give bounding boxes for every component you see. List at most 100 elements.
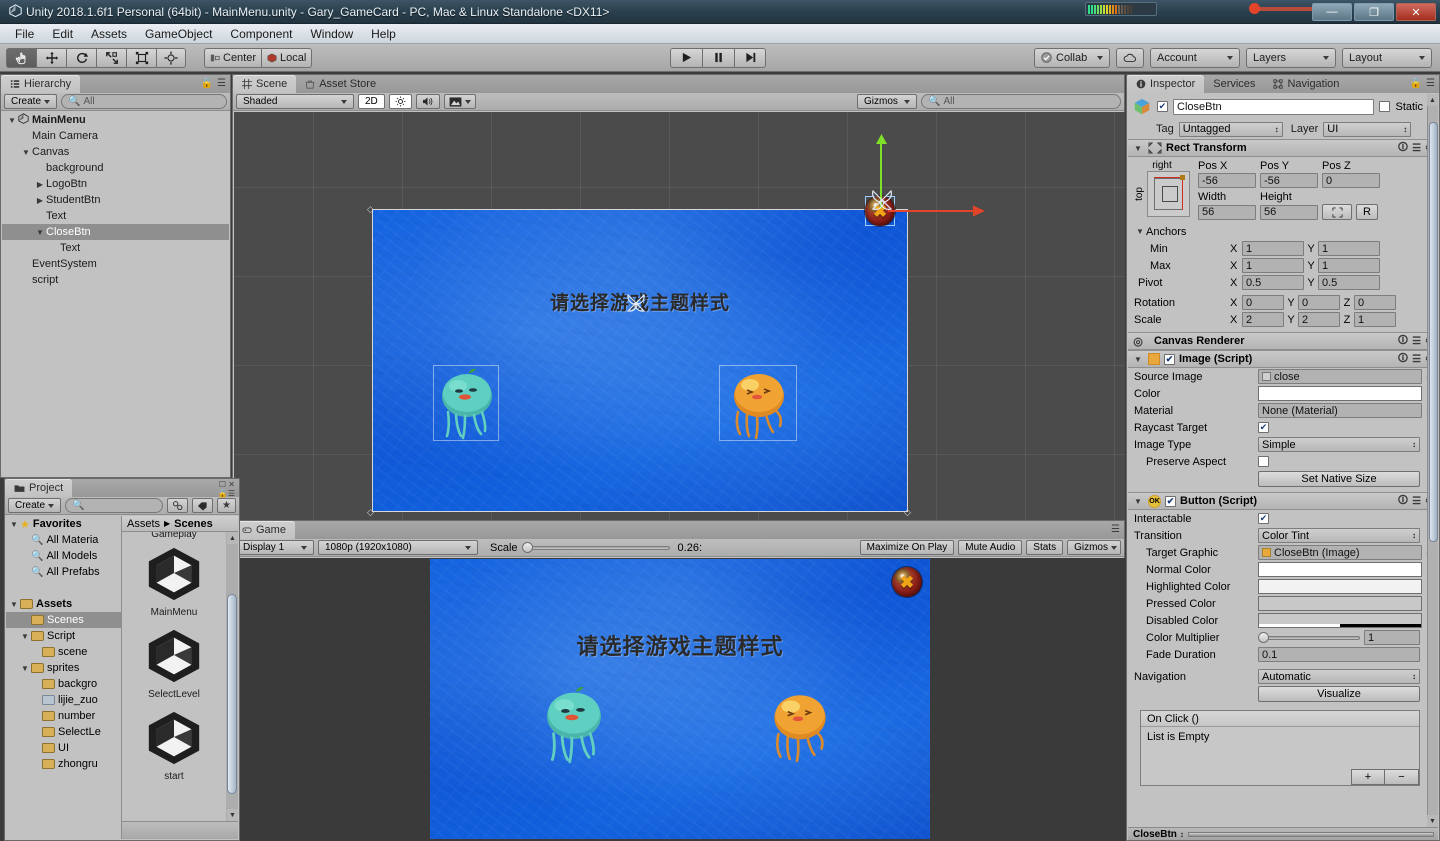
project-favorites-button[interactable]: ★ xyxy=(217,498,236,513)
blueprint-mode-button[interactable] xyxy=(1322,204,1352,220)
hierarchy-item-script[interactable]: ▼script xyxy=(2,272,229,288)
image-script-header[interactable]: ▼ ✔ Image (Script) 🛈 ☰ ⚙ xyxy=(1128,350,1438,368)
scene-gizmos-button[interactable]: Gizmos xyxy=(857,94,917,109)
scene-2d-toggle[interactable]: 2D xyxy=(358,94,385,109)
game-jelly-left[interactable] xyxy=(538,684,610,769)
scrollbar-thumb[interactable] xyxy=(227,594,237,794)
scene-jelly-right-slot[interactable] xyxy=(719,365,797,441)
object-name-input[interactable]: CloseBtn xyxy=(1173,98,1375,115)
project-window-buttons[interactable]: ☐ ✕ xyxy=(219,480,235,489)
menu-edit[interactable]: Edit xyxy=(43,25,82,43)
menu-icon[interactable]: ☰ xyxy=(1111,524,1120,535)
scene-canvas-rect[interactable]: 请选择游戏主题样式 xyxy=(372,196,908,512)
tab-services[interactable]: Services xyxy=(1204,75,1264,93)
object-enabled-checkbox[interactable]: ✔ xyxy=(1157,101,1168,112)
foldout-arrow-icon[interactable]: ▼ xyxy=(1134,227,1146,236)
menu-component[interactable]: Component xyxy=(221,25,301,43)
project-lock-menu[interactable]: 🔒☰ xyxy=(218,489,235,498)
chevron-down-icon[interactable]: ▼ xyxy=(8,600,20,609)
game-close-button[interactable]: ✖ xyxy=(892,567,922,597)
project-tree-item-favorites[interactable]: ▼ ★ Favorites xyxy=(6,516,121,532)
gizmo-x-axis[interactable] xyxy=(888,210,974,212)
menu-assets[interactable]: Assets xyxy=(82,25,136,43)
scene-viewport[interactable]: 请选择游戏主题样式 ✖ ◇ ◇ ◇ xyxy=(234,112,1125,520)
game-viewport[interactable]: 请选择游戏主题样式 ✖ xyxy=(234,558,1125,841)
scene-handle-tl[interactable]: ◇ xyxy=(367,204,374,215)
lock-icon[interactable]: 🔒 xyxy=(1410,78,1422,89)
rect-tool-button[interactable] xyxy=(126,47,156,68)
game-stats-toggle[interactable]: Stats xyxy=(1026,540,1064,555)
project-tree-item-scenes[interactable]: ▼Scenes xyxy=(6,612,121,628)
project-tree-item-sprites[interactable]: ▼ sprites xyxy=(6,660,121,676)
project-tree-item-zhongru[interactable]: ▼zhongru xyxy=(6,756,121,772)
disabled-color-swatch[interactable] xyxy=(1258,613,1422,628)
pivot-x-input[interactable]: 0.5 xyxy=(1242,275,1304,290)
tab-navigation[interactable]: Navigation xyxy=(1264,75,1348,93)
project-tree-item-number[interactable]: ▼number xyxy=(6,708,121,724)
game-resolution-dropdown[interactable]: 1080p (1920x1080) xyxy=(318,540,478,555)
image-enabled-checkbox[interactable]: ✔ xyxy=(1164,353,1175,365)
chevron-right-icon[interactable]: ▶ xyxy=(34,180,46,189)
project-filter-type-button[interactable] xyxy=(167,498,189,513)
anchor-min-x-input[interactable]: 1 xyxy=(1242,241,1304,256)
onclick-add-button[interactable]: + xyxy=(1351,769,1385,785)
scroll-down-arrow[interactable]: ▼ xyxy=(227,809,238,821)
play-button[interactable] xyxy=(670,47,702,68)
target-graphic-field[interactable]: CloseBtn (Image) xyxy=(1258,545,1422,560)
posx-input[interactable]: -56 xyxy=(1198,173,1256,188)
game-display-dropdown[interactable]: Display 1 xyxy=(236,540,314,555)
hierarchy-item-mainmenu[interactable]: ▼ MainMenu xyxy=(2,112,229,128)
breadcrumb-assets[interactable]: Assets xyxy=(127,518,160,530)
foldout-arrow-icon[interactable]: ▼ xyxy=(1132,144,1144,153)
account-button[interactable]: Account xyxy=(1150,47,1240,68)
project-asset-item[interactable]: start xyxy=(122,704,226,786)
chevron-down-icon[interactable]: ▼ xyxy=(6,116,18,125)
fade-duration-input[interactable]: 0.1 xyxy=(1258,647,1420,662)
hierarchy-item-main-camera[interactable]: ▼Main Camera xyxy=(2,128,229,144)
project-asset-item[interactable]: MainMenu xyxy=(122,540,226,622)
chevron-down-icon[interactable]: ▼ xyxy=(34,228,46,237)
tab-game[interactable]: Game xyxy=(233,521,295,539)
image-type-dropdown[interactable]: Simple ↕ xyxy=(1258,437,1420,452)
scene-rotate-handle-icon[interactable] xyxy=(868,186,896,217)
rotate-tool-button[interactable] xyxy=(66,47,96,68)
height-input[interactable]: 56 xyxy=(1260,204,1318,220)
pressed-color-swatch[interactable] xyxy=(1258,596,1422,611)
help-icon[interactable]: 🛈 xyxy=(1398,140,1408,157)
scale-tool-button[interactable] xyxy=(96,47,126,68)
project-search-input[interactable]: 🔍 xyxy=(65,498,164,513)
project-tree-item-assets[interactable]: ▼ Assets xyxy=(6,596,121,612)
raw-edit-button[interactable]: R xyxy=(1356,204,1378,220)
inspector-tab-options[interactable]: 🔒 ☰ xyxy=(1410,78,1435,89)
pivot-rotation-button[interactable]: Local xyxy=(261,47,313,68)
tab-asset-store[interactable]: Asset Store xyxy=(296,75,385,93)
color-multiplier-slider[interactable] xyxy=(1258,631,1360,644)
collab-button[interactable]: Collab xyxy=(1034,47,1110,68)
hand-tool-button[interactable] xyxy=(6,47,36,68)
posy-input[interactable]: -56 xyxy=(1260,173,1318,188)
preset-icon[interactable]: ☰ xyxy=(1412,354,1421,365)
game-gizmos-button[interactable]: Gizmos xyxy=(1067,540,1121,555)
raycast-target-checkbox[interactable]: ✔ xyxy=(1258,422,1269,433)
menu-file[interactable]: File xyxy=(6,25,43,43)
pivot-mode-button[interactable]: Center xyxy=(204,47,262,68)
project-tree-item-all-models[interactable]: ▼🔍All Models xyxy=(6,548,121,564)
interactable-checkbox[interactable]: ✔ xyxy=(1258,513,1269,524)
game-tab-options[interactable]: ☰ xyxy=(1111,524,1120,535)
scene-jelly-left-slot[interactable] xyxy=(433,365,499,441)
scrollbar-thumb[interactable] xyxy=(1429,122,1438,542)
transform-tool-button[interactable] xyxy=(156,47,186,68)
anchor-max-y-input[interactable]: 1 xyxy=(1318,258,1380,273)
rotation-z-input[interactable]: 0 xyxy=(1354,295,1396,310)
layers-button[interactable]: Layers xyxy=(1246,47,1336,68)
scene-handle-br[interactable]: ◇ xyxy=(904,507,911,518)
close-button[interactable]: ✕ xyxy=(1396,3,1436,21)
visualize-button[interactable]: Visualize xyxy=(1258,685,1420,702)
pause-button[interactable] xyxy=(702,47,734,68)
project-filter-label-button[interactable] xyxy=(192,498,214,513)
menu-icon[interactable]: ☰ xyxy=(1426,78,1435,89)
hierarchy-search-input[interactable]: 🔍 All xyxy=(61,94,227,109)
tag-dropdown[interactable]: Untagged ↕ xyxy=(1178,121,1283,137)
chevron-right-icon[interactable]: ▶ xyxy=(34,196,46,205)
layer-dropdown[interactable]: UI ↕ xyxy=(1323,121,1412,137)
